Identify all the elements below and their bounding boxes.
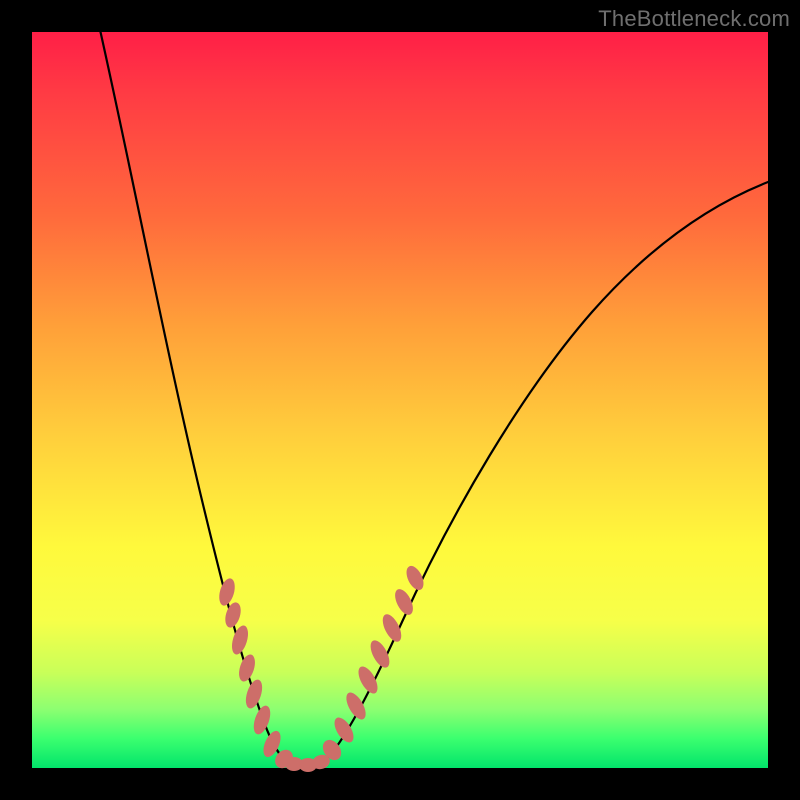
curve-layer <box>32 32 768 768</box>
chart-frame: TheBottleneck.com <box>0 0 800 800</box>
watermark-text: TheBottleneck.com <box>598 6 790 32</box>
plot-area <box>32 32 768 768</box>
bottleneck-curve-right <box>324 182 768 762</box>
bottleneck-curve-left <box>96 12 290 764</box>
right-arm-markers <box>319 563 427 763</box>
